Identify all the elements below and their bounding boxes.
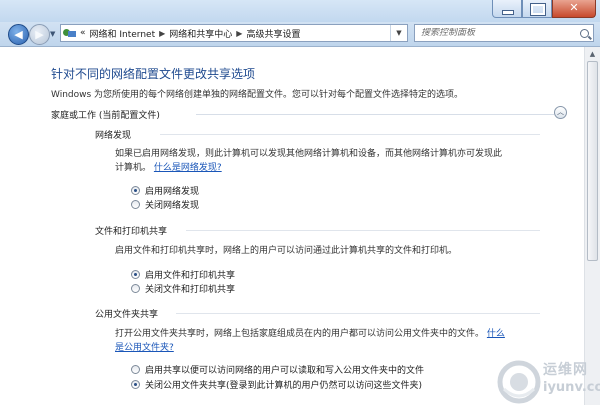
forward-arrow-icon: ▶ bbox=[35, 28, 44, 41]
what-is-public-folder-link-cont[interactable]: 是公用文件夹? bbox=[115, 343, 174, 353]
radio-row-file-printer-on[interactable]: 启用文件和打印机共享 bbox=[131, 268, 235, 281]
discovery-description-line1: 如果已启用网络发现，则此计算机可以发现其他网络计算机和设备，而其他网络计算机亦可… bbox=[115, 149, 503, 159]
profile-group-label: 家庭或工作 (当前配置文件) bbox=[51, 111, 160, 121]
address-bar: ◀ ▶ ▼ « 网络和 Internet ▶ 网络和共享中心 ▶ 高级共享设置 … bbox=[0, 22, 600, 47]
recent-pages-dropdown[interactable]: ▼ bbox=[50, 30, 55, 38]
section-title-network-discovery: 网络发现 bbox=[95, 131, 132, 141]
breadcrumb-item-advanced-sharing[interactable]: 高级共享设置 bbox=[246, 27, 300, 40]
address-dropdown-icon[interactable]: ▼ bbox=[390, 25, 407, 41]
section-divider bbox=[160, 134, 540, 135]
radio-row-public-folder-off[interactable]: 关闭公用文件夹共享(登录到此计算机的用户仍然可以访问这些文件夹) bbox=[131, 378, 422, 391]
what-is-network-discovery-link[interactable]: 什么是网络发现? bbox=[154, 163, 222, 173]
what-is-public-folder-link[interactable]: 什么 bbox=[487, 329, 505, 339]
minimize-button[interactable] bbox=[492, 0, 522, 18]
public-folder-description-line1: 打开公用文件夹共享时，网络上包括家庭组成员在内的用户都可以访问公用文件夹中的文件… bbox=[115, 327, 505, 341]
section-title-public-folder-sharing: 公用文件夹共享 bbox=[95, 310, 159, 320]
discovery-description-line2: 计算机。 什么是网络发现? bbox=[115, 161, 222, 175]
radio-button[interactable] bbox=[131, 200, 140, 209]
search-box[interactable] bbox=[414, 24, 594, 42]
group-divider bbox=[196, 114, 554, 115]
radio-button-selected[interactable] bbox=[131, 270, 140, 279]
search-input[interactable] bbox=[417, 28, 575, 38]
back-arrow-icon: ◀ bbox=[14, 28, 23, 41]
search-icon[interactable] bbox=[580, 28, 589, 38]
section-divider bbox=[176, 313, 540, 314]
public-folder-description: 打开公用文件夹共享时，网络上包括家庭组成员在内的用户都可以访问公用文件夹中的文件… bbox=[115, 329, 485, 339]
watermark-logo-icon bbox=[497, 360, 541, 404]
radio-row-discovery-off[interactable]: 关闭网络发现 bbox=[131, 198, 199, 211]
breadcrumb[interactable]: « 网络和 Internet ▶ 网络和共享中心 ▶ 高级共享设置 ▼ bbox=[60, 24, 408, 42]
maximize-button[interactable] bbox=[522, 0, 552, 18]
network-center-icon bbox=[63, 27, 77, 39]
radio-button-selected[interactable] bbox=[131, 186, 140, 195]
page-description: Windows 为您所使用的每个网络创建单独的网络配置文件。您可以针对每个配置文… bbox=[51, 90, 464, 100]
page-title: 针对不同的网络配置文件更改共享选项 bbox=[51, 67, 256, 81]
discovery-description-tail: 计算机。 bbox=[115, 163, 152, 173]
radio-row-file-printer-off[interactable]: 关闭文件和打印机共享 bbox=[131, 282, 235, 295]
scrollbar-thumb[interactable] bbox=[587, 61, 598, 261]
radio-button[interactable] bbox=[131, 365, 140, 374]
section-divider bbox=[186, 230, 540, 231]
scroll-up-arrow-icon[interactable]: ▲ bbox=[585, 47, 600, 61]
site-watermark: 运维网 iyunv.com bbox=[494, 359, 600, 405]
radio-label[interactable]: 启用文件和打印机共享 bbox=[145, 268, 235, 281]
radio-label[interactable]: 关闭文件和打印机共享 bbox=[145, 282, 235, 295]
radio-label[interactable]: 关闭公用文件夹共享(登录到此计算机的用户仍然可以访问这些文件夹) bbox=[145, 378, 422, 391]
radio-button-selected[interactable] bbox=[131, 380, 140, 389]
breadcrumb-overflow[interactable]: « bbox=[80, 28, 86, 38]
vertical-scrollbar[interactable]: ▲ bbox=[584, 47, 600, 405]
main-content: 针对不同的网络配置文件更改共享选项 Windows 为您所使用的每个网络创建单独… bbox=[0, 47, 584, 405]
watermark-text-cn: 运维网 bbox=[543, 362, 588, 378]
close-button[interactable] bbox=[552, 0, 596, 18]
radio-label[interactable]: 启用网络发现 bbox=[145, 184, 199, 197]
breadcrumb-separator-icon[interactable]: ▶ bbox=[159, 29, 165, 38]
back-button[interactable]: ◀ bbox=[8, 24, 29, 45]
window-controls bbox=[492, 0, 596, 18]
window-title-bar bbox=[0, 0, 600, 22]
radio-label[interactable]: 关闭网络发现 bbox=[145, 198, 199, 211]
collapse-chevron-icon[interactable]: ︿ bbox=[554, 106, 567, 119]
radio-label[interactable]: 启用共享以便可以访问网络的用户可以读取和写入公用文件夹中的文件 bbox=[145, 363, 424, 376]
watermark-text-url: iyunv.com bbox=[543, 380, 600, 395]
radio-button[interactable] bbox=[131, 284, 140, 293]
breadcrumb-item-network-sharing-center[interactable]: 网络和共享中心 bbox=[169, 27, 232, 40]
forward-button[interactable]: ▶ bbox=[29, 24, 50, 45]
breadcrumb-separator-icon[interactable]: ▶ bbox=[236, 29, 242, 38]
section-title-file-printer-sharing: 文件和打印机共享 bbox=[95, 227, 168, 237]
radio-row-public-folder-on[interactable]: 启用共享以便可以访问网络的用户可以读取和写入公用文件夹中的文件 bbox=[131, 363, 424, 376]
radio-row-discovery-on[interactable]: 启用网络发现 bbox=[131, 184, 199, 197]
file-printer-description: 启用文件和打印机共享时，网络上的用户可以访问通过此计算机共享的文件和打印机。 bbox=[115, 246, 458, 256]
breadcrumb-item-network-internet[interactable]: 网络和 Internet bbox=[90, 27, 156, 40]
public-folder-description-line2: 是公用文件夹? bbox=[115, 341, 174, 355]
